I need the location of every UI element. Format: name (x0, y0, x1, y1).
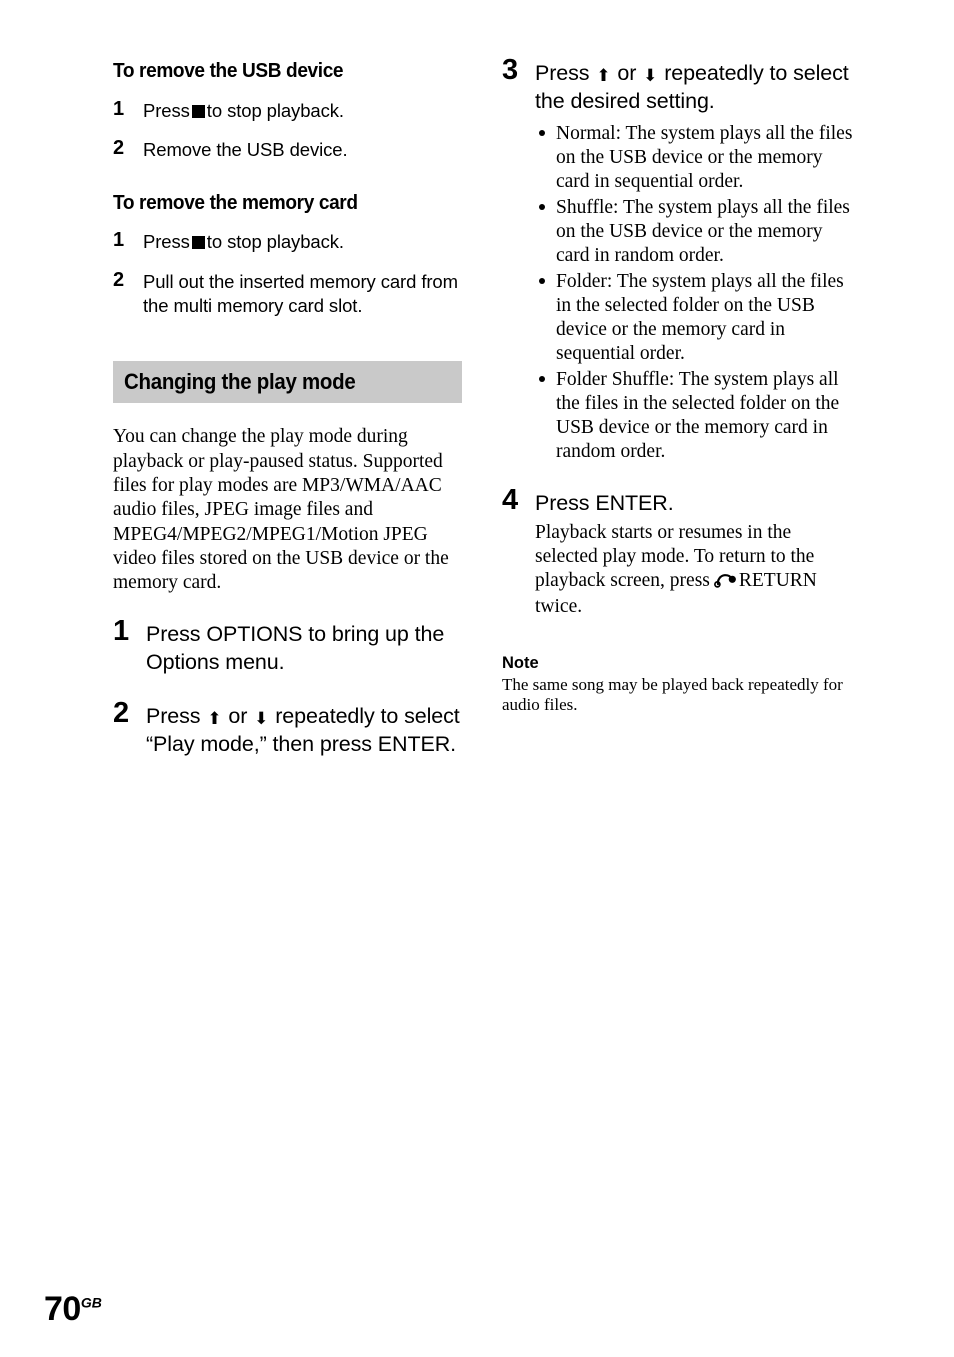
play-mode-step-2-or: or (228, 704, 248, 729)
heading-remove-memory-card: To remove the memory card (113, 190, 358, 214)
play-mode-step-3-number: 3 (502, 54, 519, 86)
play-mode-intro-paragraph: You can change the play mode during play… (113, 426, 449, 594)
usb-step-1-text: Press to stop playback. (143, 100, 344, 121)
play-mode-step-1-text: Press OPTIONS to bring up the Options me… (146, 622, 445, 675)
play-mode-step-2-number: 2 (113, 697, 130, 730)
memcard-step-1: 1 Press to stop playback. (113, 229, 465, 254)
play-mode-step-2-text: Press ⬆ or ⬇ repeatedly to select “Play … (146, 703, 465, 759)
list-item: Normal: The system plays all the files o… (535, 122, 858, 194)
memcard-step-1-text-before: Press (143, 231, 190, 253)
play-mode-step-3-text: Press ⬆ or ⬇ repeatedly to select the de… (535, 60, 858, 116)
usb-step-1-text-before: Press (143, 99, 190, 121)
page-number-value: 70 (44, 1290, 81, 1328)
play-mode-step-4-number: 4 (502, 483, 519, 516)
play-mode-step-4-body: Playback starts or resumes in the select… (535, 521, 858, 620)
arrow-up-icon: ⬆ (207, 709, 222, 729)
right-column: 3 Press ⬆ or ⬇ repeatedly to select the … (502, 54, 858, 716)
memcard-step-2-number: 2 (113, 269, 125, 292)
memcard-step-2-text: Pull out the inserted memory card from t… (143, 271, 458, 316)
play-mode-step-4-title: Press ENTER. (535, 490, 674, 515)
list-item: Folder Shuffle: The system plays all the… (535, 368, 858, 464)
page-number: 70GB (44, 1290, 102, 1329)
memcard-step-2: 2 Pull out the inserted memory card from… (113, 269, 465, 317)
play-mode-step-4: 4 Press ENTER. Playback starts or resume… (502, 484, 858, 620)
usb-step-2-number: 2 (113, 137, 125, 160)
note-heading: Note (502, 653, 539, 672)
usb-step-2-text: Remove the USB device. (143, 139, 348, 161)
section-heading-play-mode: Changing the play mode (124, 369, 356, 395)
note-body: The same song may be played back repeate… (502, 674, 843, 715)
play-mode-step-1-number: 1 (113, 615, 130, 648)
arrow-up-icon: ⬆ (596, 66, 611, 85)
usb-step-1-number: 1 (113, 97, 125, 120)
document-page: To remove the USB device 1 Press to stop … (0, 0, 954, 1357)
play-mode-step-3-part1: Press (535, 61, 590, 85)
return-arrow-icon (713, 571, 737, 595)
list-item: Folder: The system plays all the files i… (535, 270, 858, 366)
page-number-region: GB (80, 1294, 102, 1311)
play-mode-step-1: 1 Press OPTIONS to bring up the Options … (113, 615, 465, 677)
play-mode-step-3: 3 Press ⬆ or ⬇ repeatedly to select the … (502, 54, 858, 464)
memcard-step-1-text: Press to stop playback. (143, 231, 344, 252)
stop-square-icon (191, 236, 205, 250)
arrow-down-icon: ⬇ (254, 709, 269, 729)
note-block: Note The same song may be played back re… (502, 654, 858, 716)
left-column: To remove the USB device 1 Press to stop … (113, 59, 465, 759)
memcard-step-1-number: 1 (113, 229, 125, 252)
stop-square-icon (191, 104, 205, 118)
heading-remove-usb-device: To remove the USB device (113, 59, 344, 82)
play-mode-step-3-or: or (617, 61, 637, 85)
play-mode-step-2: 2 Press ⬆ or ⬇ repeatedly to select “Pla… (113, 697, 465, 759)
play-mode-options-list: Normal: The system plays all the files o… (535, 122, 858, 464)
play-mode-step-2-part1: Press (146, 704, 201, 729)
list-item: Shuffle: The system plays all the files … (535, 196, 858, 268)
usb-step-1-text-after: to stop playback. (206, 99, 344, 121)
usb-step-1: 1 Press to stop playback. (113, 97, 465, 123)
section-heading-band: Changing the play mode (113, 361, 462, 404)
usb-step-2: 2 Remove the USB device. (113, 137, 465, 162)
arrow-down-icon: ⬇ (643, 66, 658, 85)
memcard-step-1-text-after: to stop playback. (206, 231, 344, 253)
